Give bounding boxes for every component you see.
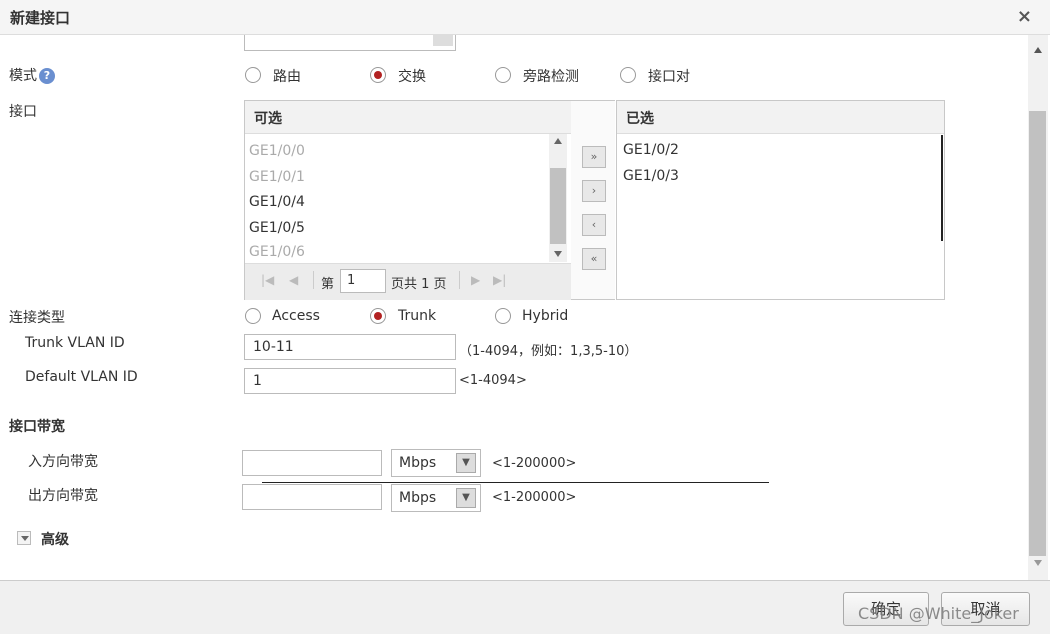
pager: |◀ ◀ 第 1 页共 1 页 ▶ ▶| bbox=[245, 263, 571, 300]
inbound-bandwidth-label: 入方向带宽 bbox=[28, 454, 98, 470]
mode-option-switch[interactable]: 交换 bbox=[398, 66, 426, 86]
scroll-thumb[interactable] bbox=[550, 168, 566, 244]
inbound-bandwidth-hint: <1-200000> bbox=[492, 456, 577, 471]
link-type-option-trunk[interactable]: Trunk bbox=[398, 308, 436, 324]
dialog-scrollbar[interactable] bbox=[1028, 35, 1048, 580]
available-list-header: 可选 bbox=[245, 101, 571, 134]
move-right-icon[interactable]: › bbox=[582, 180, 606, 202]
selected-list-scrollbar[interactable] bbox=[941, 135, 943, 241]
prev-page-icon[interactable]: ◀ bbox=[289, 273, 298, 287]
link-type-label: 连接类型 bbox=[9, 310, 65, 326]
link-type-option-hybrid[interactable]: Hybrid bbox=[522, 308, 568, 324]
pager-prefix: 第 bbox=[321, 277, 335, 292]
scroll-up-icon[interactable] bbox=[554, 138, 562, 144]
trunk-vlan-hint: （1-4094，例如：1,3,5-10） bbox=[459, 344, 638, 359]
page-number-input[interactable]: 1 bbox=[340, 269, 386, 293]
interface-name-select[interactable] bbox=[244, 35, 456, 51]
list-item[interactable]: GE1/0/5 bbox=[249, 220, 305, 236]
default-vlan-label: Default VLAN ID bbox=[25, 369, 138, 385]
default-vlan-hint: <1-4094> bbox=[459, 373, 527, 388]
move-left-icon[interactable]: ‹ bbox=[582, 214, 606, 236]
mode-radio-route[interactable] bbox=[245, 67, 261, 83]
mode-option-bypass[interactable]: 旁路检测 bbox=[523, 66, 579, 86]
scroll-down-icon[interactable] bbox=[554, 251, 562, 257]
inbound-unit-select[interactable]: Mbps ▼ bbox=[391, 449, 481, 477]
list-item[interactable]: GE1/0/6 bbox=[249, 244, 305, 260]
trunk-vlan-input[interactable]: 10-11 bbox=[244, 334, 456, 360]
watermark: CSDN @White_Joker bbox=[858, 604, 1019, 623]
help-icon[interactable]: ? bbox=[39, 68, 55, 84]
pager-suffix: 页共 1 页 bbox=[391, 277, 447, 292]
link-type-radio-access[interactable] bbox=[245, 308, 261, 324]
divider bbox=[262, 482, 769, 483]
inbound-bandwidth-input[interactable] bbox=[242, 450, 382, 476]
list-item[interactable]: GE1/0/1 bbox=[249, 169, 305, 185]
scroll-down-icon[interactable] bbox=[1034, 560, 1042, 566]
selected-list: 已选 GE1/0/2 GE1/0/3 bbox=[616, 100, 945, 300]
mode-radio-pair[interactable] bbox=[620, 67, 636, 83]
outbound-bandwidth-hint: <1-200000> bbox=[492, 490, 577, 505]
available-list-scrollbar[interactable] bbox=[549, 134, 567, 262]
next-page-icon[interactable]: ▶ bbox=[471, 273, 480, 287]
list-item[interactable]: GE1/0/2 bbox=[623, 142, 679, 158]
collapse-triangle-icon bbox=[17, 531, 31, 545]
link-type-radio-hybrid[interactable] bbox=[495, 308, 511, 324]
chevron-down-icon bbox=[433, 35, 453, 46]
close-icon[interactable]: × bbox=[1017, 6, 1032, 27]
selected-list-header: 已选 bbox=[617, 101, 944, 134]
dialog-content: 模式? 路由 交换 旁路检测 接口对 接口 可选 GE1/0/0 GE1/0/1… bbox=[0, 35, 1028, 580]
available-list: 可选 GE1/0/0 GE1/0/1 GE1/0/4 GE1/0/5 GE1/0… bbox=[244, 100, 572, 300]
advanced-label: 高级 bbox=[41, 532, 69, 548]
list-item[interactable]: GE1/0/0 bbox=[249, 143, 305, 159]
link-type-radio-trunk[interactable] bbox=[370, 308, 386, 324]
link-type-option-access[interactable]: Access bbox=[272, 308, 320, 324]
mode-option-pair[interactable]: 接口对 bbox=[648, 66, 690, 86]
dialog-footer: 确定 取消 CSDN @White_Joker bbox=[0, 580, 1050, 634]
scroll-thumb[interactable] bbox=[1029, 111, 1046, 556]
list-item[interactable]: GE1/0/4 bbox=[249, 194, 305, 210]
transfer-buttons: » › ‹ « bbox=[571, 100, 615, 300]
first-page-icon[interactable]: |◀ bbox=[261, 273, 274, 287]
bandwidth-section-title: 接口带宽 bbox=[9, 419, 65, 435]
dialog-title: 新建接口 bbox=[10, 9, 71, 27]
default-vlan-input[interactable]: 1 bbox=[244, 368, 456, 394]
outbound-bandwidth-label: 出方向带宽 bbox=[28, 488, 98, 504]
outbound-unit-select[interactable]: Mbps ▼ bbox=[391, 484, 481, 512]
mode-option-route[interactable]: 路由 bbox=[273, 66, 301, 86]
scroll-up-icon[interactable] bbox=[1034, 47, 1042, 53]
chevron-down-icon: ▼ bbox=[456, 488, 476, 508]
outbound-bandwidth-input[interactable] bbox=[242, 484, 382, 510]
move-all-left-icon[interactable]: « bbox=[582, 248, 606, 270]
move-all-right-icon[interactable]: » bbox=[582, 146, 606, 168]
interface-label: 接口 bbox=[9, 104, 37, 120]
advanced-toggle[interactable]: 高级 bbox=[17, 529, 107, 549]
list-item[interactable]: GE1/0/3 bbox=[623, 168, 679, 184]
last-page-icon[interactable]: ▶| bbox=[493, 273, 506, 287]
dialog-titlebar: 新建接口 × bbox=[0, 0, 1050, 35]
chevron-down-icon: ▼ bbox=[456, 453, 476, 473]
mode-radio-switch[interactable] bbox=[370, 67, 386, 83]
trunk-vlan-label: Trunk VLAN ID bbox=[25, 335, 125, 351]
mode-radio-bypass[interactable] bbox=[495, 67, 511, 83]
mode-label: 模式? bbox=[9, 65, 55, 85]
